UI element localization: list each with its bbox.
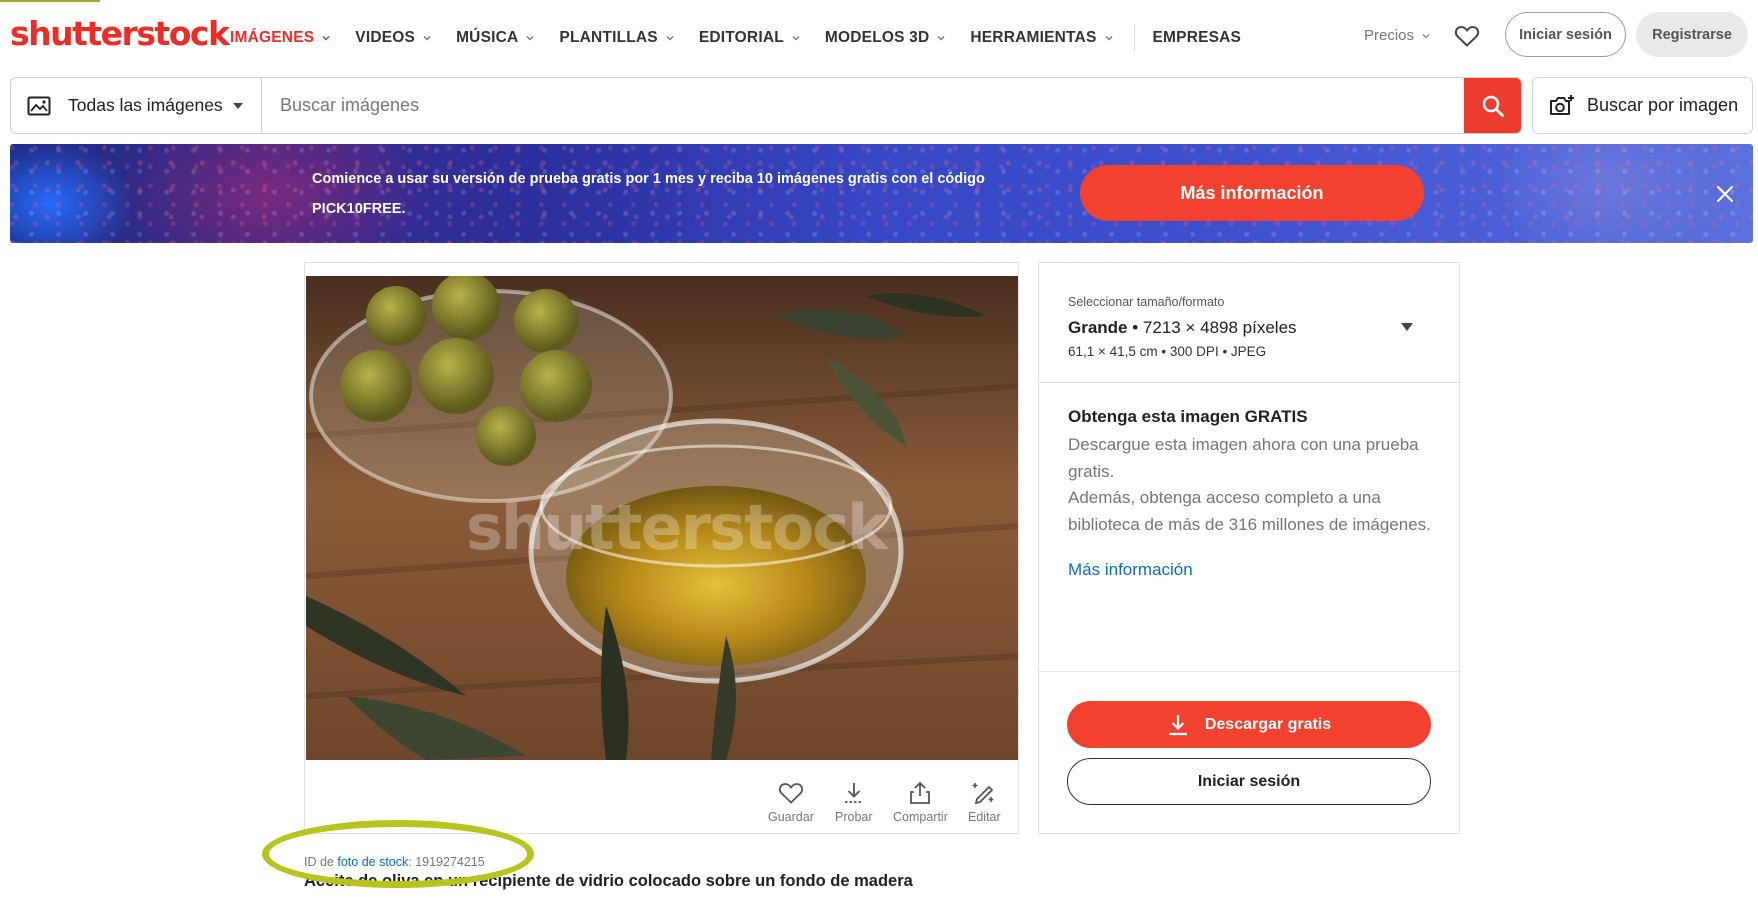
shutterstock-logo[interactable]: shutterstock [10,14,230,53]
nav-item-music[interactable]: MÚSICA [456,29,534,47]
image-type-label: Todas las imágenes [68,95,223,115]
share-icon [910,781,931,804]
promo-text: Comience a usar su versión de prueba gra… [312,164,1032,224]
nav-item-label: PLANTILLAS [559,29,658,46]
pricing-menu[interactable]: Precios [1364,27,1430,44]
nav-item-label: HERRAMIENTAS [970,29,1097,46]
try-label: Probar [835,810,873,824]
more-info-link[interactable]: Más información [1068,560,1193,580]
nav-item-templates[interactable]: PLANTILLAS [559,29,674,47]
download-icon [844,783,863,803]
edit-button[interactable]: Editar [968,781,1001,824]
close-icon[interactable] [1715,184,1735,204]
save-button[interactable]: Guardar [768,781,814,824]
image-type-dropdown[interactable]: Todas las imágenes [11,78,262,133]
nav-item-label: IMÁGENES [230,29,315,46]
size-meta: 61,1 × 41,5 cm • 300 DPI • JPEG [1068,344,1267,359]
nav-item-images[interactable]: IMÁGENES [230,29,330,47]
free-offer-body: Descargue esta imagen ahora con una prue… [1068,432,1438,538]
promo-banner: Comience a usar su versión de prueba gra… [10,144,1753,243]
nav-item-business[interactable]: EMPRESAS [1153,29,1242,47]
free-offer-section: Obtenga esta imagen GRATIS Descargue est… [1039,383,1459,672]
nav-item-3d-models[interactable]: MODELOS 3D [825,29,945,47]
download-icon [1168,714,1187,735]
download-free-button[interactable]: Descargar gratis [1067,701,1431,748]
search-by-image-label: Buscar por imagen [1587,95,1739,115]
free-offer-text: Descargue esta imagen ahora con una prue… [1068,435,1419,481]
size-selector-label: Seleccionar tamaño/formato [1068,295,1225,309]
chevron-down-icon [526,36,534,41]
search-by-image-button[interactable]: Buscar por imagen [1532,77,1753,134]
promo-code: PICK10FREE. [312,201,406,217]
nav-item-label: MÚSICA [456,29,519,46]
main-nav: IMÁGENES VIDEOS MÚSICA PLANTILLAS EDITOR… [230,25,1266,51]
share-button[interactable]: Compartir [893,781,948,824]
nav-item-tools[interactable]: HERRAMIENTAS [970,29,1112,47]
panel-login-button[interactable]: Iniciar sesión [1067,758,1431,805]
image-icon [27,96,51,115]
download-free-label: Descargar gratis [1204,715,1332,733]
search-bar: Todas las imágenes [10,77,1522,134]
size-pixels: • 7213 × 4898 píxeles [1127,318,1297,337]
chevron-down-icon [423,36,431,41]
purchase-panel: Seleccionar tamaño/formato Grande • 7213… [1038,262,1460,834]
heart-icon[interactable] [1454,24,1480,48]
try-button[interactable]: Probar [835,781,873,824]
pricing-label: Precios [1364,27,1415,44]
promo-text-line: Comience a usar su versión de prueba gra… [312,171,985,187]
nav-divider [1133,25,1135,51]
caret-down-icon [1401,323,1413,331]
chevron-down-icon [666,36,674,41]
size-value: Grande • 7213 × 4898 píxeles [1068,318,1297,338]
nav-item-label: EDITORIAL [698,29,784,46]
site-header: shutterstock IMÁGENES VIDEOS MÚSICA PLAN… [0,0,1758,72]
size-format-selector[interactable]: Seleccionar tamaño/formato Grande • 7213… [1039,263,1459,383]
edit-label: Editar [968,810,1001,824]
chevron-down-icon [1105,36,1112,41]
chevron-down-icon [937,36,945,41]
nav-item-label: MODELOS 3D [824,29,930,46]
register-button[interactable]: Registrarse [1636,12,1748,57]
chevron-down-icon [792,36,800,41]
nav-item-editorial[interactable]: EDITORIAL [699,29,800,47]
highlight-annotation-oval [262,820,534,888]
camera-plus-icon [1550,94,1574,115]
watermark: shutterstock [466,491,888,564]
nav-item-label: VIDEOS [355,29,416,46]
size-name: Grande [1068,318,1128,337]
search-button[interactable] [1464,78,1521,133]
chevron-down-icon [1422,33,1430,38]
search-input[interactable] [262,78,1464,133]
nav-item-videos[interactable]: VIDEOS [355,29,431,47]
search-icon [1482,95,1504,117]
image-preview-card: shutterstock Guardar Probar Compartir Ed… [304,262,1019,834]
chevron-down-icon [322,36,330,41]
edit-icon [972,783,994,805]
free-offer-text: Además, obtenga acceso completo a una bi… [1068,488,1431,534]
caret-down-icon [232,102,243,109]
stock-photo[interactable]: shutterstock [306,276,1018,760]
save-label: Guardar [768,810,814,824]
nav-item-label: EMPRESAS [1152,29,1242,46]
share-label: Compartir [893,810,948,824]
heart-icon [778,783,803,804]
promo-more-info-button[interactable]: Más información [1080,165,1424,221]
login-button[interactable]: Iniciar sesión [1505,12,1626,57]
free-offer-title: Obtenga esta imagen GRATIS [1068,407,1308,426]
